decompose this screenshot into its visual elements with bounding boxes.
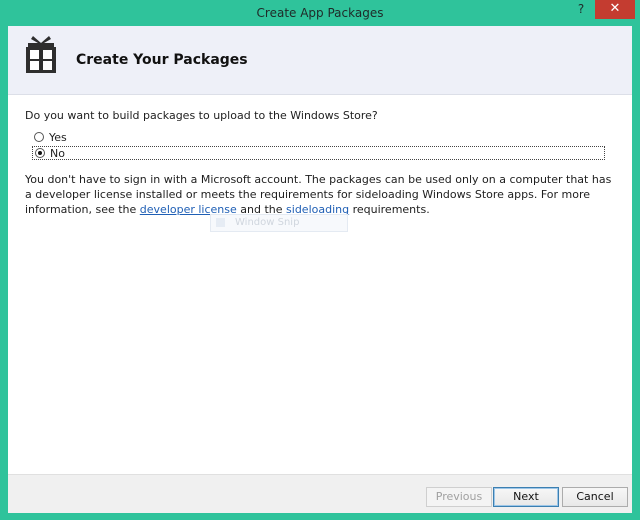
help-button[interactable]: ? — [570, 2, 592, 18]
radio-label-no[interactable]: No — [50, 147, 65, 160]
previous-button[interactable]: Previous — [426, 487, 492, 507]
radio-option-yes[interactable]: Yes — [34, 130, 67, 144]
gift-box-icon — [26, 36, 56, 73]
close-icon: ✕ — [609, 1, 621, 16]
title-bar[interactable]: Create App Packages ? ✕ — [0, 0, 640, 26]
dialog-content: Create Your Packages Do you want to buil… — [8, 26, 632, 513]
window-snip-overlay: Window Snip — [210, 214, 348, 232]
window-title: Create App Packages — [256, 6, 384, 20]
wizard-footer: Previous Next Cancel — [8, 474, 632, 513]
page-title: Create Your Packages — [76, 52, 248, 68]
info-paragraph: You don't have to sign in with a Microso… — [25, 172, 621, 217]
cancel-button[interactable]: Cancel — [562, 487, 628, 507]
dialog-window: Create App Packages ? ✕ Create Your Pack… — [0, 0, 640, 520]
question-label: Do you want to build packages to upload … — [25, 109, 378, 122]
radio-button-yes[interactable] — [34, 132, 44, 142]
radio-option-no[interactable]: No — [32, 146, 605, 160]
wizard-header: Create Your Packages — [8, 26, 632, 95]
radio-label-yes[interactable]: Yes — [49, 131, 67, 144]
window-snip-label: Window Snip — [235, 217, 300, 228]
snip-icon — [216, 218, 225, 227]
radio-button-no[interactable] — [35, 148, 45, 158]
info-text-after: requirements. — [349, 203, 430, 216]
next-button[interactable]: Next — [493, 487, 559, 507]
close-button[interactable]: ✕ — [595, 0, 635, 19]
